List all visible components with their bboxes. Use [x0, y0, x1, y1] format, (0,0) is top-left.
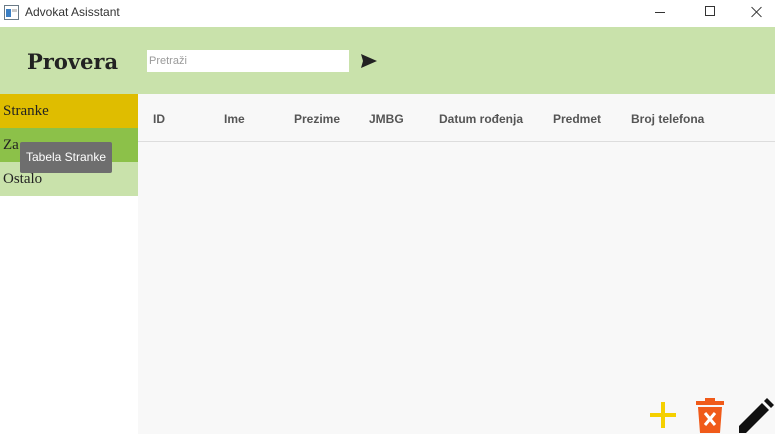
add-button[interactable] — [649, 401, 677, 429]
data-table: ID Ime Prezime JMBG Datum rođenja Predme… — [138, 94, 775, 434]
sidebar-item-stranke[interactable]: Stranke — [0, 94, 138, 128]
column-header-predmet[interactable]: Predmet — [553, 112, 601, 126]
delete-button[interactable] — [696, 398, 724, 433]
minimize-button[interactable] — [637, 0, 683, 27]
pencil-icon — [739, 398, 774, 433]
sidebar-item-label: Ostalo — [3, 171, 43, 187]
column-header-jmbg[interactable]: JMBG — [369, 112, 404, 126]
table-header: ID Ime Prezime JMBG Datum rođenja Predme… — [138, 94, 775, 142]
title-bar: Advokat Asisstant — [0, 0, 775, 27]
column-header-prezime[interactable]: Prezime — [294, 112, 340, 126]
send-arrow-icon[interactable] — [361, 54, 377, 68]
column-header-id[interactable]: ID — [153, 112, 165, 126]
column-header-ime[interactable]: Ime — [224, 112, 245, 126]
search-input[interactable] — [147, 50, 349, 72]
header-bar: Provera — [0, 27, 775, 94]
page-title: Provera — [27, 49, 119, 74]
app-window-icon — [4, 5, 19, 20]
minimize-icon — [655, 12, 665, 13]
edit-button[interactable] — [738, 398, 774, 433]
column-header-datum-rodjenja[interactable]: Datum rođenja — [439, 112, 523, 126]
maximize-icon — [705, 6, 715, 16]
window-title: Advokat Asisstant — [25, 5, 120, 19]
tooltip: Tabela Stranke — [20, 142, 112, 173]
close-icon — [749, 4, 765, 20]
column-header-broj-telefona[interactable]: Broj telefona — [631, 112, 704, 126]
sidebar-item-label: Stranke — [3, 103, 49, 119]
sidebar-item-label: Za — [3, 137, 19, 153]
close-button[interactable] — [733, 0, 775, 27]
trash-icon — [696, 398, 724, 433]
maximize-button[interactable] — [687, 0, 733, 27]
